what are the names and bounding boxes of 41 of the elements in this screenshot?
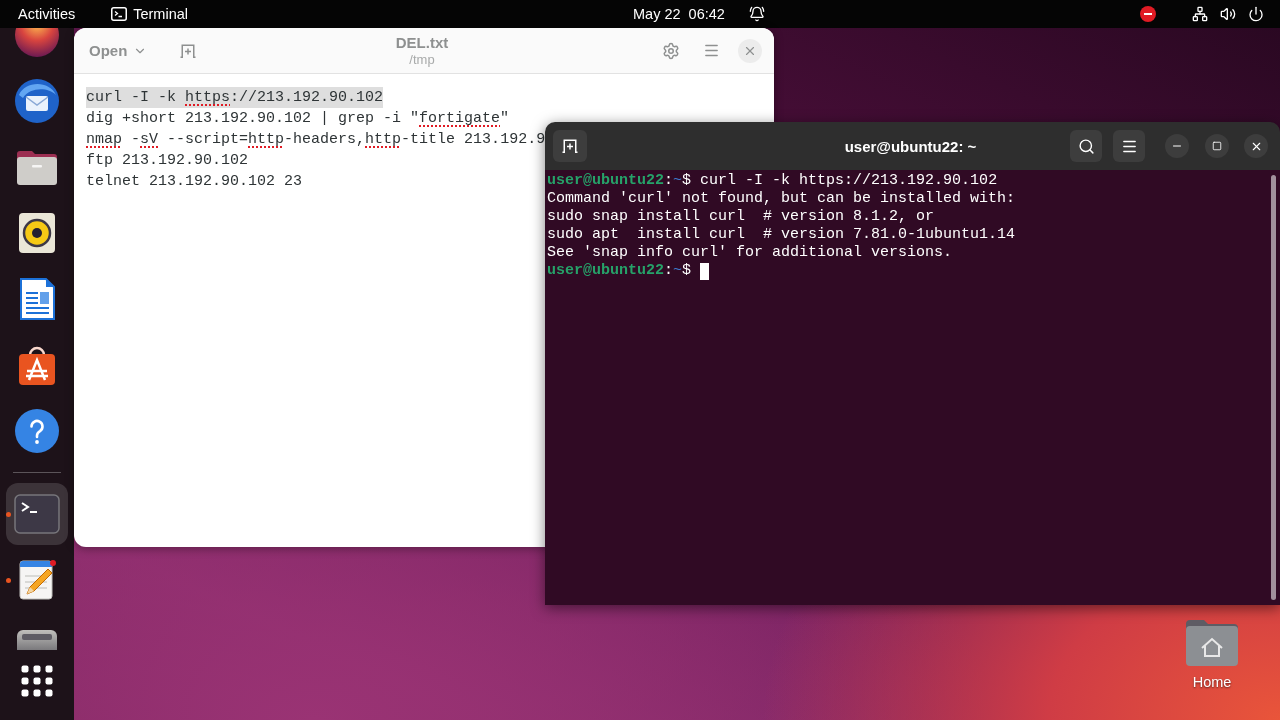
window-title: user@ubuntu22: ~ [844, 137, 977, 155]
maximize-icon [1212, 141, 1222, 151]
desktop-icon-label[interactable]: Home [1192, 674, 1232, 690]
output-line: See 'snap info curl' for additional versions. [547, 244, 953, 262]
no-entry-icon [1140, 6, 1156, 22]
new-tab-icon [180, 43, 197, 58]
maximize-button[interactable] [1205, 134, 1229, 158]
search-button[interactable] [1070, 130, 1102, 162]
new-tab-icon [562, 139, 578, 153]
scrollbar[interactable] [1271, 175, 1276, 600]
clock-button[interactable]: May 22 06:42 [623, 2, 775, 26]
output-line: Command 'curl' not found, but can be installed with: [547, 190, 1016, 208]
close-button[interactable] [1244, 134, 1268, 158]
menu-icon [702, 42, 720, 59]
gear-icon [662, 41, 680, 60]
help-icon [14, 408, 60, 454]
terminal-icon [111, 7, 128, 21]
prompt-line: user@ubuntu22:~$ [547, 262, 692, 280]
app-menu-button[interactable]: Terminal [101, 2, 198, 26]
code-line: telnet 213.192.90.102 23 [86, 172, 303, 192]
code-line: dig +short 213.192.90.102 | grep -i "fortigate" [86, 109, 510, 129]
power-icon [1248, 6, 1264, 22]
volume-icon [1220, 6, 1236, 22]
network-icon [1192, 6, 1208, 22]
window-subtitle: /tmp [409, 51, 435, 68]
window-title: DEL.txt [395, 33, 449, 52]
minimize-button[interactable] [1165, 134, 1189, 158]
bell-icon [748, 6, 765, 22]
code-line: ftp 213.192.90.102 [86, 151, 249, 171]
search-icon [1077, 137, 1095, 155]
home-folder-icon [1184, 618, 1240, 666]
terminal-icon [14, 494, 60, 534]
mail-icon [14, 78, 60, 124]
new-tab-button[interactable] [553, 130, 587, 162]
output-line: sudo snap install curl # version 8.1.2, or [547, 208, 935, 226]
prompt-line: user@ubuntu22:~$ curl -I -k https://213.192.90.102 [547, 172, 998, 190]
code-line: nmap -sV --script=http-headers,http-title 213.192.9 [86, 130, 546, 150]
activities-button[interactable]: Activities [8, 2, 86, 26]
grid-icon [19, 663, 55, 699]
output-line: sudo apt install curl # version 7.81.0-1ubuntu1.14 [547, 226, 1016, 244]
menu-button[interactable] [1113, 130, 1145, 162]
